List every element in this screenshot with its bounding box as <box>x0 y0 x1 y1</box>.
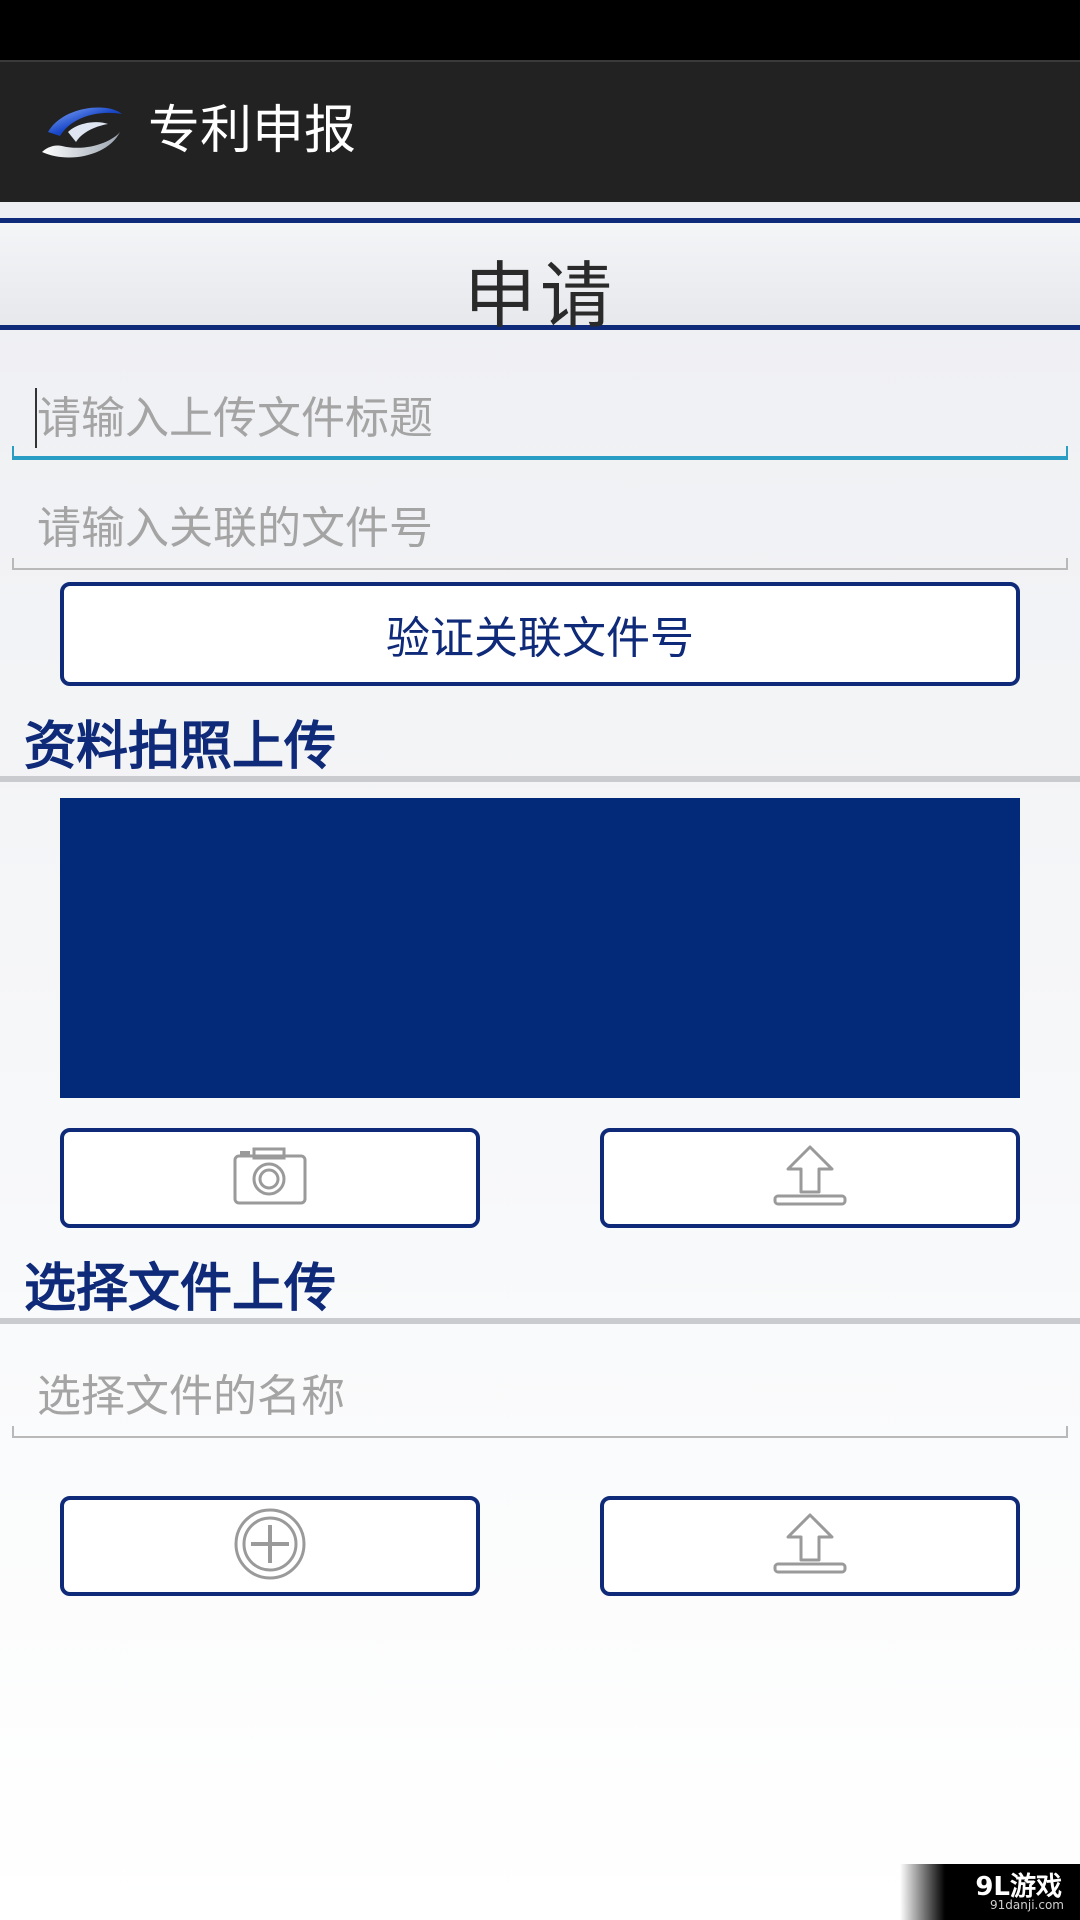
input-underline <box>12 558 1068 570</box>
section-divider <box>0 776 1080 782</box>
input-underline <box>12 446 1068 460</box>
photo-preview <box>60 798 1020 1098</box>
related-file-number-placeholder: 请输入关联的文件号 <box>37 503 433 554</box>
app-logo-icon <box>38 102 128 166</box>
upload-icon <box>772 1144 848 1212</box>
photo-upload-section-title: 资料拍照上传 <box>24 717 337 777</box>
input-underline <box>12 1426 1068 1438</box>
file-upload-section-title: 选择文件上传 <box>24 1259 337 1319</box>
upload-icon <box>772 1512 848 1580</box>
upload-file-button[interactable] <box>600 1496 1020 1596</box>
watermark-url: 91danji.com <box>990 1898 1064 1912</box>
action-bar: 专利申报 <box>0 60 1080 202</box>
verify-related-file-button[interactable]: 验证关联文件号 <box>60 582 1020 686</box>
camera-icon <box>232 1146 308 1210</box>
file-name-placeholder: 选择文件的名称 <box>37 1371 345 1422</box>
page-title: 申请 <box>463 254 616 338</box>
page-title-bar: 申请 <box>0 218 1080 338</box>
file-name-input[interactable]: 选择文件的名称 <box>12 1358 1068 1438</box>
app-title: 专利申报 <box>148 101 357 161</box>
add-circle-icon <box>233 1507 307 1585</box>
section-divider <box>0 1318 1080 1324</box>
verify-related-file-label: 验证关联文件号 <box>386 613 694 664</box>
upload-title-placeholder: 请输入上传文件标题 <box>37 393 433 444</box>
watermark: 9L游戏 91danji.com <box>900 1864 1080 1920</box>
upload-photo-button[interactable] <box>600 1128 1020 1228</box>
take-photo-button[interactable] <box>60 1128 480 1228</box>
upload-title-input[interactable]: 请输入上传文件标题 <box>12 380 1068 460</box>
status-bar <box>0 0 1080 60</box>
choose-file-button[interactable] <box>60 1496 480 1596</box>
related-file-number-input[interactable]: 请输入关联的文件号 <box>12 490 1068 570</box>
